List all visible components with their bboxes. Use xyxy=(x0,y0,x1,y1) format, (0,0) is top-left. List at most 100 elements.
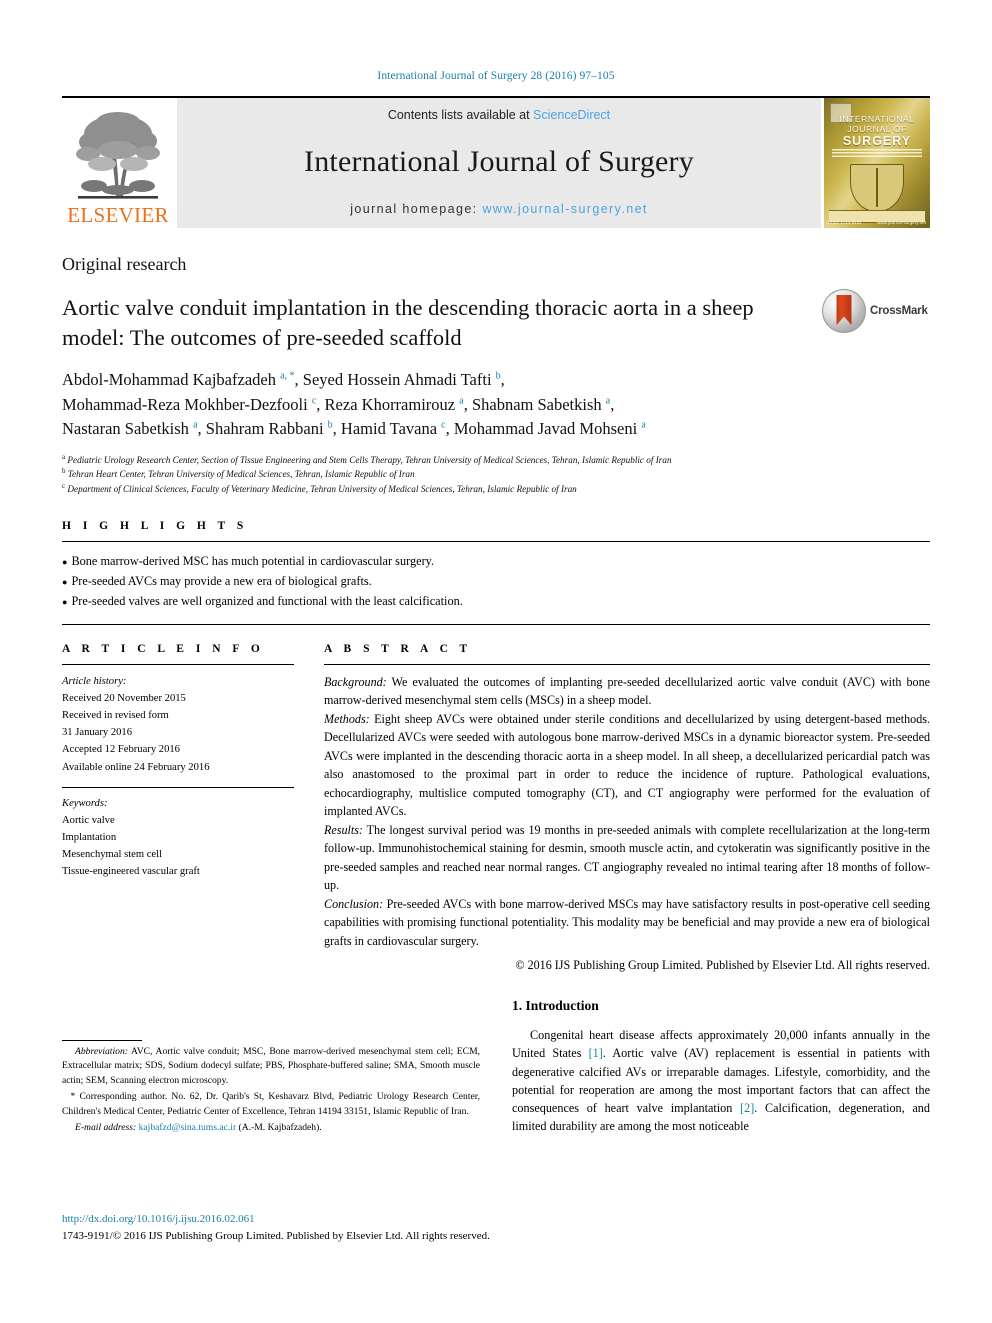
list-item: ● Pre-seeded valves are well organized an… xyxy=(62,592,930,612)
article-history-block: Article history: Received 20 November 20… xyxy=(62,673,294,776)
abstract-conclusion-label: Conclusion: xyxy=(324,896,384,911)
homepage-prefix: journal homepage: xyxy=(350,202,483,216)
cover-title-line3: SURGERY xyxy=(842,134,912,148)
article-info-rule xyxy=(62,663,294,665)
bullet-icon: ● xyxy=(62,596,68,607)
keyword-item: Mesenchymal stem cell xyxy=(62,849,163,861)
keyword-item: Tissue-engineered vascular graft xyxy=(62,866,200,878)
abstract-rule xyxy=(324,663,930,665)
contents-prefix: Contents lists available at xyxy=(387,108,534,122)
affiliation-text: Department of Clinical Sciences, Faculty… xyxy=(67,483,577,494)
history-line: 31 January 2016 xyxy=(62,727,133,739)
journal-banner: ELSEVIER Contents lists available at Sci… xyxy=(62,96,930,228)
abstract-conclusion-text: Pre-seeded AVCs with bone marrow-derived… xyxy=(324,896,930,948)
sciencedirect-link[interactable]: ScienceDirect xyxy=(533,108,610,122)
abstract-methods-text: Eight sheep AVCs were obtained under ste… xyxy=(324,711,930,819)
doi-link[interactable]: http://dx.doi.org/10.1016/j.ijsu.2016.02… xyxy=(62,1211,490,1228)
email-footnote: E-mail address: kajbafzd@sina.tums.ac.ir… xyxy=(62,1121,480,1135)
issn-copyright-line: 1743-9191/© 2016 IJS Publishing Group Li… xyxy=(62,1229,490,1242)
abstract-background-label: Background: xyxy=(324,674,387,689)
bullet-icon: ● xyxy=(62,557,68,568)
cover-title-line1: INTERNATIONAL xyxy=(839,114,915,124)
introduction-column: 1. Introduction Congenital heart disease… xyxy=(512,998,930,1137)
affiliation-mark: a xyxy=(62,452,66,461)
author-line: Mohammad-Reza Mokhber-Dezfooli c, Reza K… xyxy=(62,394,615,414)
abstract-results-label: Results: xyxy=(324,822,363,837)
corresponding-author-text: * Corresponding author. No. 62, Dr. Qari… xyxy=(62,1091,480,1117)
history-line: Received 20 November 2015 xyxy=(62,692,186,704)
abstract-copyright: © 2016 IJS Publishing Group Limited. Pub… xyxy=(515,958,930,973)
cover-issn: ISSN 1743-9191 xyxy=(828,220,862,225)
crossmark-bookmark-icon xyxy=(836,295,852,325)
article-info-heading: A R T I C L E I N F O xyxy=(62,642,265,655)
affiliation-mark: c xyxy=(62,481,66,490)
abstract-body: Background: We evaluated the outcomes of… xyxy=(324,673,930,951)
journal-article-page: International Journal of Surgery 28 (201… xyxy=(0,0,992,1323)
email-suffix: (A.-M. Kajbafzadeh). xyxy=(236,1121,322,1133)
keyword-item: Implantation xyxy=(62,832,117,843)
highlight-text: Pre-seeded valves are well organized and… xyxy=(71,593,463,608)
keywords-rule xyxy=(62,786,294,788)
email-label: E-mail address: xyxy=(75,1121,137,1133)
abbreviation-label: Abbreviation: xyxy=(75,1046,128,1057)
reference-link-2[interactable]: [2] xyxy=(740,1101,754,1115)
author-list: Abdol-Mohammad Kajbafzadeh a, *, Seyed H… xyxy=(62,368,862,442)
affiliation-list: a Pediatric Urology Research Center, Sec… xyxy=(62,452,930,496)
elsevier-wordmark: ELSEVIER xyxy=(67,203,169,227)
cover-subtitle-lines xyxy=(832,149,922,158)
abstract-results-text: The longest survival period was 19 month… xyxy=(324,822,930,893)
keywords-label: Keywords: xyxy=(62,797,108,809)
affiliation-text: Pediatric Urology Research Center, Secti… xyxy=(67,455,672,465)
abbreviation-footnote: Abbreviation: AVC, Aortic valve conduit;… xyxy=(62,1045,480,1088)
list-item: ● Bone marrow-derived MSC has much potent… xyxy=(62,552,930,572)
contents-available-line: Contents lists available at ScienceDirec… xyxy=(388,108,610,122)
article-info-column: A R T I C L E I N F O Article history: R… xyxy=(62,643,294,974)
affiliation-mark: b xyxy=(62,467,66,476)
footnotes-column: Abbreviation: AVC, Aortic valve conduit;… xyxy=(62,998,480,1137)
history-line: Received in revised form xyxy=(62,710,169,722)
history-line: Accepted 12 February 2016 xyxy=(62,744,180,756)
journal-cover-thumbnail: INTERNATIONAL JOURNAL OF SURGERY ISSN 17… xyxy=(824,98,930,228)
introduction-paragraph: Congenital heart disease affects approxi… xyxy=(512,1026,930,1136)
running-head-citation: International Journal of Surgery 28 (201… xyxy=(377,70,615,82)
journal-title: International Journal of Surgery xyxy=(304,145,694,178)
journal-homepage-line: journal homepage: www.journal-surgery.ne… xyxy=(350,202,648,216)
introduction-heading: 1. Introduction xyxy=(512,998,599,1013)
abstract-background-text: We evaluated the outcomes of implanting … xyxy=(324,674,930,708)
cover-title-line2: JOURNAL OF xyxy=(847,124,907,134)
highlights-section: H I G H L I G H T S ● Bone marrow-derived… xyxy=(62,520,930,625)
abstract-column: A B S T R A C T Background: We evaluated… xyxy=(324,643,930,974)
affiliation-item: a Pediatric Urology Research Center, Sec… xyxy=(62,452,930,467)
email-link[interactable]: kajbafzd@sina.tums.ac.ir xyxy=(139,1122,237,1133)
keyword-item: Aortic valve xyxy=(62,814,115,826)
crossmark-badge[interactable]: CrossMark xyxy=(822,288,930,334)
highlights-list: ● Bone marrow-derived MSC has much potent… xyxy=(62,542,930,624)
highlight-text: Bone marrow-derived MSC has much potenti… xyxy=(71,554,435,569)
cover-url: www.journal-surgery.net xyxy=(877,220,926,225)
crossmark-icon xyxy=(822,289,866,333)
article-history-label: Article history: xyxy=(62,675,127,687)
info-abstract-columns: A R T I C L E I N F O Article history: R… xyxy=(62,625,930,974)
article-type-label: Original research xyxy=(62,254,187,274)
keywords-block: Keywords: Aortic valve Implantation Mese… xyxy=(62,795,294,881)
highlight-text: Pre-seeded AVCs may provide a new era of… xyxy=(71,573,372,588)
history-line: Available online 24 February 2016 xyxy=(62,761,210,773)
journal-banner-center: Contents lists available at ScienceDirec… xyxy=(177,98,821,228)
body-two-columns: Abbreviation: AVC, Aortic valve conduit;… xyxy=(62,998,930,1137)
crossmark-label: CrossMark xyxy=(870,305,928,317)
list-item: ● Pre-seeded AVCs may provide a new era o… xyxy=(62,572,930,592)
affiliation-item: c Department of Clinical Sciences, Facul… xyxy=(62,481,930,496)
reference-link-1[interactable]: [1] xyxy=(589,1046,603,1060)
affiliation-text: Tehran Heart Center, Tehran University o… xyxy=(67,469,415,480)
author-line: Nastaran Sabetkish a, Shahram Rabbani b,… xyxy=(62,419,646,439)
bullet-icon: ● xyxy=(62,576,68,587)
page-title: Aortic valve conduit implantation in the… xyxy=(62,295,754,351)
abstract-heading: A B S T R A C T xyxy=(324,642,472,655)
footnote-separator xyxy=(62,1040,142,1041)
affiliation-item: b Tehran Heart Center, Tehran University… xyxy=(62,468,930,481)
elsevier-tree-icon xyxy=(72,108,164,204)
elsevier-logo: ELSEVIER xyxy=(62,98,174,228)
highlights-heading: H I G H L I G H T S xyxy=(62,520,248,533)
journal-homepage-link[interactable]: www.journal-surgery.net xyxy=(482,202,647,216)
